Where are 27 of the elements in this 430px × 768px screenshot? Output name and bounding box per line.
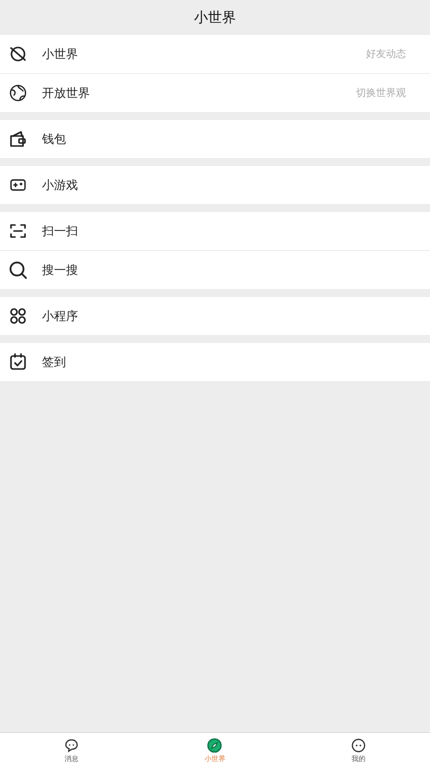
menu-item[interactable]: 小游戏 [0, 166, 430, 204]
menu-item[interactable]: 扫一扫 [0, 212, 430, 250]
menu-note: 切换世界观 [356, 86, 406, 100]
menu-label: 扫一扫 [42, 222, 79, 240]
menu-label: 小程序 [42, 308, 79, 324]
menu-label: 小世界 [42, 46, 79, 62]
face-icon [350, 738, 366, 752]
menu-label: 小游戏 [42, 176, 79, 194]
menu-item[interactable]: 开放世界 切换世界观 [0, 73, 430, 112]
scan-icon [8, 221, 28, 241]
menu-item[interactable]: 搜一搜 [0, 250, 430, 289]
chat-icon [64, 738, 80, 752]
menu-label: 开放世界 [42, 84, 91, 102]
grid-icon [8, 306, 28, 326]
search-icon [8, 260, 28, 280]
menu-item[interactable]: 小程序 [0, 297, 430, 335]
page-title: 小世界 [194, 8, 236, 26]
menu-item[interactable]: 签到 [0, 343, 430, 381]
menu-item[interactable]: 小世界 好友动态 [0, 35, 430, 73]
wallet-icon [8, 129, 28, 149]
menu-note: 好友动态 [366, 48, 406, 61]
menu-label: 钱包 [42, 130, 67, 148]
menu-label: 搜一搜 [42, 262, 79, 278]
menu-label: 签到 [42, 354, 67, 370]
calendar-check-icon [8, 352, 28, 372]
menu-item[interactable]: 钱包 [0, 120, 430, 158]
compass-icon [207, 738, 222, 752]
